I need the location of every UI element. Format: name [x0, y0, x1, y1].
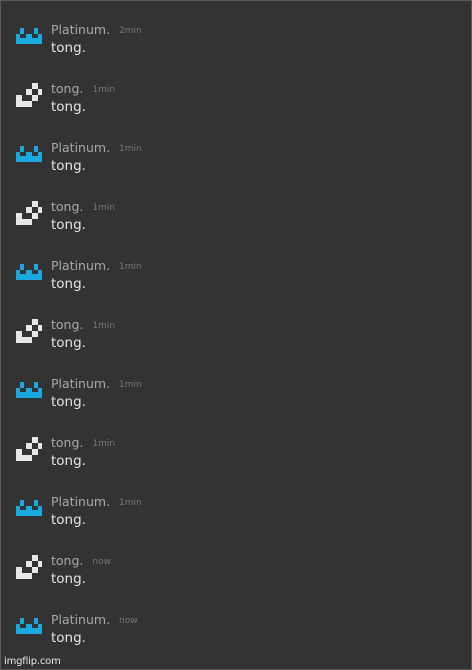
message-header: tong. now [51, 552, 111, 568]
username[interactable]: Platinum. [51, 612, 110, 627]
message-text: tong. [51, 335, 86, 351]
white-check-icon[interactable] [16, 83, 42, 109]
message-header: tong. 1min [51, 80, 115, 96]
white-check-icon[interactable] [16, 201, 42, 227]
message-header: Platinum. 2min [51, 21, 142, 37]
username[interactable]: Platinum. [51, 376, 110, 391]
chat-message: tong. now tong. [1, 552, 471, 611]
timestamp: 2min [119, 26, 142, 36]
timestamp: 1min [119, 498, 142, 508]
username[interactable]: tong. [51, 81, 83, 96]
blue-castle-icon[interactable] [16, 614, 42, 640]
message-text: tong. [51, 158, 86, 174]
chat-message: Platinum. 1min tong. [1, 375, 471, 434]
message-header: tong. 1min [51, 434, 115, 450]
chat-message: tong. 1min tong. [1, 316, 471, 375]
timestamp: now [92, 557, 111, 567]
timestamp: 1min [92, 203, 116, 213]
username[interactable]: tong. [51, 199, 83, 214]
username[interactable]: tong. [51, 317, 83, 332]
chat-message: Platinum. now tong. [1, 611, 471, 670]
white-check-icon[interactable] [16, 319, 42, 345]
blue-castle-icon[interactable] [16, 260, 42, 286]
message-text: tong. [51, 217, 86, 233]
message-header: tong. 1min [51, 198, 115, 214]
chat-message: tong. 1min tong. [1, 434, 471, 493]
username[interactable]: Platinum. [51, 258, 110, 273]
username[interactable]: Platinum. [51, 494, 110, 509]
chat-message: Platinum. 1min tong. [1, 493, 471, 552]
chat-message: Platinum. 1min tong. [1, 139, 471, 198]
message-text: tong. [51, 630, 86, 646]
chat-window: Platinum. 2min tong. tong. 1min tong. Plat… [0, 0, 472, 670]
white-check-icon[interactable] [16, 555, 42, 581]
timestamp: 1min [92, 85, 116, 95]
message-text: tong. [51, 453, 86, 469]
username[interactable]: tong. [51, 435, 83, 450]
timestamp: 1min [119, 262, 142, 272]
timestamp: 1min [119, 380, 142, 390]
chat-message: Platinum. 1min tong. [1, 257, 471, 316]
chat-message: tong. 1min tong. [1, 80, 471, 139]
timestamp: 1min [92, 321, 116, 331]
timestamp: 1min [92, 439, 116, 449]
timestamp: now [119, 616, 138, 626]
blue-castle-icon[interactable] [16, 142, 42, 168]
white-check-icon[interactable] [16, 437, 42, 463]
message-header: Platinum. 1min [51, 375, 142, 391]
message-header: Platinum. 1min [51, 139, 142, 155]
message-header: Platinum. 1min [51, 493, 142, 509]
message-text: tong. [51, 571, 86, 587]
timestamp: 1min [119, 144, 142, 154]
chat-message: Platinum. 2min tong. [1, 21, 471, 80]
message-text: tong. [51, 99, 86, 115]
chat-message: tong. 1min tong. [1, 198, 471, 257]
message-text: tong. [51, 394, 86, 410]
message-header: tong. 1min [51, 316, 115, 332]
message-text: tong. [51, 276, 86, 292]
message-text: tong. [51, 512, 86, 528]
imgflip-watermark: imgflip.com [4, 656, 61, 667]
message-header: Platinum. now [51, 611, 138, 627]
message-text: tong. [51, 40, 86, 56]
username[interactable]: Platinum. [51, 22, 110, 37]
blue-castle-icon[interactable] [16, 24, 42, 50]
blue-castle-icon[interactable] [16, 496, 42, 522]
blue-castle-icon[interactable] [16, 378, 42, 404]
message-header: Platinum. 1min [51, 257, 142, 273]
username[interactable]: Platinum. [51, 140, 110, 155]
username[interactable]: tong. [51, 553, 83, 568]
